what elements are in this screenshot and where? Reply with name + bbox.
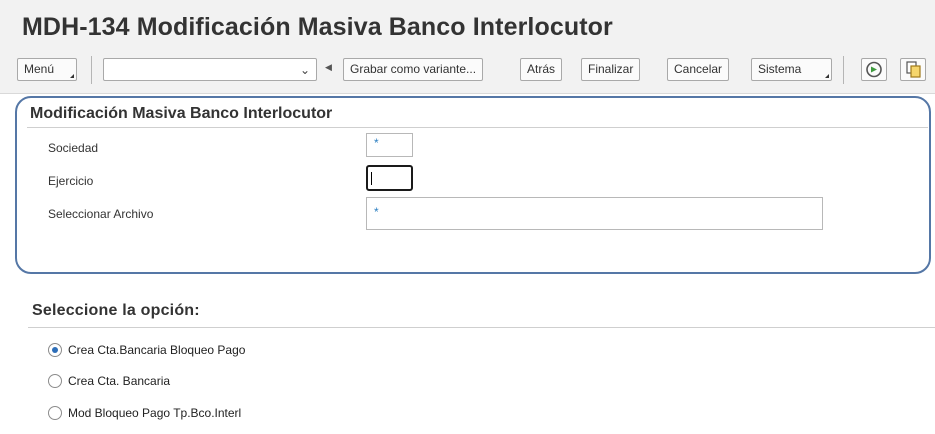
save-as-variant-label: Grabar como variante... — [350, 62, 477, 76]
options-divider — [28, 327, 935, 328]
dropdown-corner-icon — [70, 74, 74, 78]
page-title: MDH-134 Modificación Masiva Banco Interl… — [22, 13, 613, 41]
toolbar: Menú ⌄ ◀ Grabar como variante... Atrás F… — [0, 48, 935, 94]
file-field-value: * — [374, 205, 379, 219]
save-as-variant-button[interactable]: Grabar como variante... — [343, 58, 484, 81]
chevron-down-icon: ⌄ — [299, 63, 310, 77]
option-label: Crea Cta. Bancaria — [68, 374, 171, 388]
system-button-label: Sistema — [758, 62, 802, 76]
radio-button-selected[interactable] — [48, 343, 62, 357]
company-label: Sociedad — [48, 141, 99, 155]
execute-button[interactable] — [861, 58, 887, 81]
year-field[interactable] — [366, 165, 413, 191]
text-cursor — [371, 172, 372, 185]
execute-icon — [866, 61, 882, 78]
copy-icon — [906, 61, 921, 78]
dropdown-corner-icon — [825, 74, 829, 78]
file-label: Seleccionar Archivo — [48, 207, 154, 221]
finish-button-label: Finalizar — [588, 62, 634, 76]
cancel-button-label: Cancelar — [674, 62, 723, 76]
option-label: Mod Bloqueo Pago Tp.Bco.Interl — [68, 406, 242, 420]
options-title: Seleccione la opción: — [32, 302, 200, 319]
toolbar-separator — [91, 56, 92, 84]
toolbar-separator — [843, 56, 844, 84]
radio-button[interactable] — [48, 374, 62, 388]
company-field[interactable]: * — [366, 133, 413, 157]
file-field[interactable]: * — [366, 197, 823, 230]
variant-select[interactable]: ⌄ — [103, 58, 317, 81]
system-button[interactable]: Sistema — [751, 58, 832, 81]
radio-button[interactable] — [48, 406, 62, 420]
menu-button-label: Menú — [24, 62, 55, 76]
back-button[interactable]: Atrás — [520, 58, 563, 81]
finish-button[interactable]: Finalizar — [581, 58, 641, 81]
title-bar: MDH-134 Modificación Masiva Banco Interl… — [0, 0, 935, 48]
back-button-label: Atrás — [527, 62, 556, 76]
cancel-button[interactable]: Cancelar — [667, 58, 730, 81]
menu-button[interactable]: Menú — [17, 58, 77, 81]
company-field-value: * — [374, 136, 379, 150]
copy-button[interactable] — [900, 58, 926, 81]
section-divider — [27, 127, 928, 128]
option-label: Crea Cta.Bancaria Bloqueo Pago — [68, 343, 246, 357]
caret-left-icon[interactable]: ◀ — [325, 62, 332, 73]
year-label: Ejercicio — [48, 174, 94, 188]
section-title: Modificación Masiva Banco Interlocutor — [30, 105, 333, 122]
